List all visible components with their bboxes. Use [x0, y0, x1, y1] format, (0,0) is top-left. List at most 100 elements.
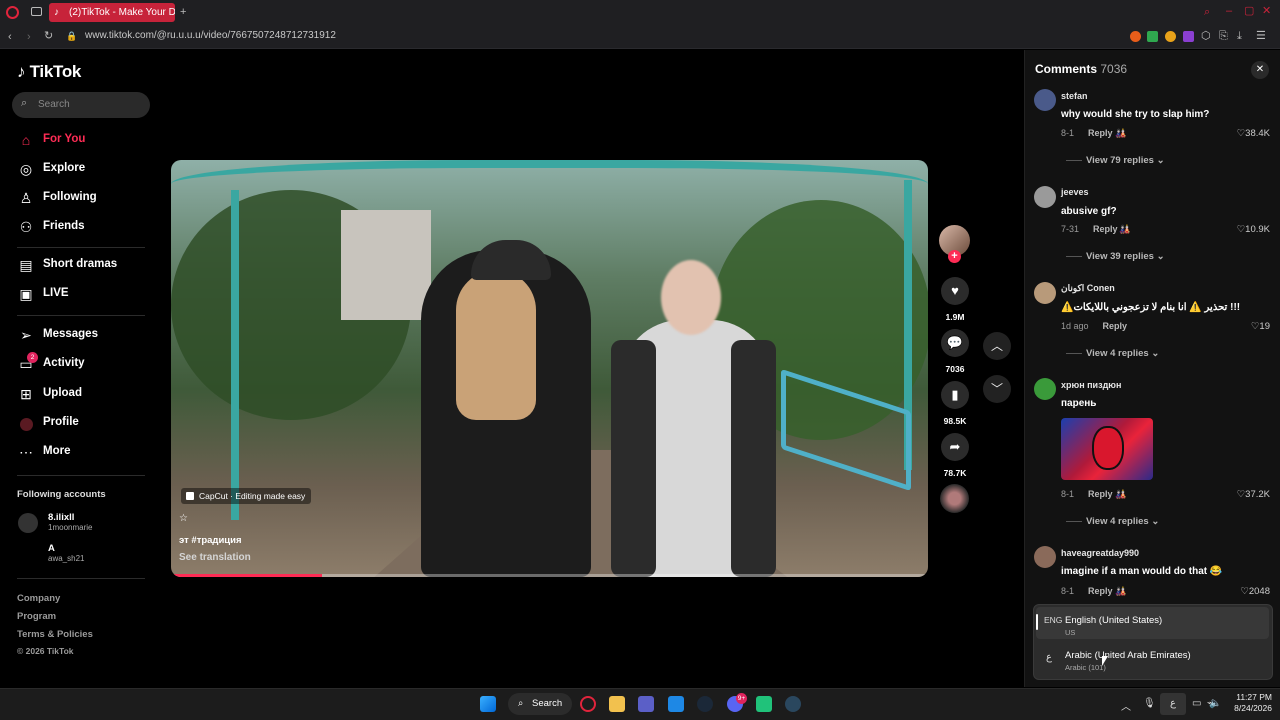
comment-like-count[interactable]: ♡19	[1251, 321, 1270, 332]
close-comments-icon[interactable]: ✕	[1251, 61, 1269, 79]
microphone-icon[interactable]: 🎙	[1143, 698, 1156, 709]
search-icon: ⌕	[518, 698, 524, 709]
extensions-puzzle-icon[interactable]: ⬡	[1201, 30, 1211, 42]
comment-avatar[interactable]	[1034, 378, 1056, 400]
comment-username[interactable]: haveagreatday990	[1061, 548, 1139, 558]
selected-indicator	[1036, 614, 1038, 630]
back-icon[interactable]: ‹	[8, 31, 12, 43]
taskbar-clock[interactable]: 11:27 PM 8/24/2026	[1222, 692, 1272, 714]
tiktok-logo[interactable]: ♪ TikTok	[17, 62, 81, 82]
comment-like-count[interactable]: ♡38.4K	[1237, 128, 1270, 139]
reload-icon[interactable]: ↻	[44, 30, 53, 42]
comment-avatar[interactable]	[1034, 546, 1056, 568]
maximize-icon[interactable]: ▢	[1244, 5, 1254, 17]
file-explorer-icon[interactable]	[609, 696, 625, 712]
favorite-star-icon[interactable]: ☆	[179, 513, 188, 524]
reply-button[interactable]: Reply	[1088, 128, 1113, 138]
search-input[interactable]: ⌕ Search	[12, 92, 150, 118]
tab-overview-icon[interactable]	[31, 7, 42, 16]
extension-icon[interactable]	[1147, 31, 1158, 42]
video-progress-bar[interactable]	[171, 574, 928, 577]
share-arrow-icon[interactable]: ➦	[941, 433, 969, 461]
nav-profile[interactable]: Profile	[17, 412, 157, 434]
view-replies-link[interactable]: View 39 replies ⌄	[1066, 251, 1165, 262]
windows-start-icon[interactable]	[480, 696, 496, 712]
footer-link[interactable]: Program	[17, 611, 56, 622]
sound-disc-avatar[interactable]	[940, 484, 969, 513]
comment-avatar[interactable]	[1034, 186, 1056, 208]
extension-icon[interactable]	[1130, 31, 1141, 42]
comment-like-count[interactable]: ♡37.2K	[1237, 489, 1270, 500]
xbox-icon[interactable]	[756, 696, 772, 712]
video-player[interactable]: CapCut · Editing made easy ☆ эт #традици…	[171, 160, 928, 577]
profile-icon	[17, 414, 35, 432]
comment-avatar[interactable]	[1034, 89, 1056, 111]
opera-logo-icon[interactable]	[6, 6, 19, 19]
browser-tab-active[interactable]: ♪ (2)TikTok - Make Your D	[49, 3, 175, 22]
capcut-tag[interactable]: CapCut · Editing made easy	[181, 488, 312, 504]
nav-explore[interactable]: ◎ Explore	[17, 158, 157, 180]
steam-icon[interactable]	[785, 696, 801, 712]
view-replies-link[interactable]: View 4 replies ⌄	[1066, 348, 1159, 359]
previous-video-chevron-up-icon[interactable]: ︿	[983, 332, 1011, 360]
like-heart-icon[interactable]: ♥	[941, 277, 969, 305]
comment-like-count[interactable]: ♡10.9K	[1237, 224, 1270, 235]
nav-messages[interactable]: ➢ Messages	[17, 324, 157, 346]
minimize-icon[interactable]: –	[1226, 5, 1232, 17]
opera-taskbar-icon[interactable]	[580, 696, 596, 712]
follow-plus-icon[interactable]: +	[948, 250, 961, 263]
footer-link[interactable]: Terms & Policies	[17, 629, 93, 640]
search-tabs-icon[interactable]: ⌕	[1204, 6, 1210, 18]
comment-meta: 1d ago Reply	[1061, 321, 1128, 331]
nav-upload[interactable]: ⊞ Upload	[17, 383, 157, 405]
comment-icon[interactable]: 💬	[941, 329, 969, 357]
comments-title: Comments 7036	[1035, 62, 1128, 76]
nav-for-you[interactable]: ⌂ For You	[17, 129, 157, 151]
nav-live[interactable]: ▣ LIVE	[17, 283, 157, 305]
comment-like-count[interactable]: ♡2048	[1240, 586, 1270, 597]
url-field[interactable]: www.tiktok.com/@ru.u.u.u/video/766750724…	[85, 30, 336, 41]
new-tab-plus-icon[interactable]: +	[180, 6, 186, 18]
view-replies-link[interactable]: View 79 replies ⌄	[1066, 155, 1165, 166]
video-caption[interactable]: эт #традиция	[179, 535, 242, 546]
menu-icon[interactable]: ☰	[1256, 30, 1266, 42]
nav-more[interactable]: ⋯ More	[17, 441, 157, 463]
forward-icon[interactable]: ›	[27, 31, 31, 43]
reply-button[interactable]: Reply	[1088, 489, 1113, 499]
display-icon[interactable]: ▭	[1192, 698, 1201, 709]
input-language-indicator[interactable]: ع	[1160, 693, 1186, 715]
teams-icon[interactable]	[638, 696, 654, 712]
bookmark-icon[interactable]: ▮	[941, 381, 969, 409]
reply-button[interactable]: Reply	[1093, 224, 1118, 234]
taskbar-search-button[interactable]: ⌕ Search	[508, 693, 572, 715]
steam-icon[interactable]	[697, 696, 713, 712]
reply-button[interactable]: Reply	[1088, 586, 1113, 596]
nav-friends[interactable]: ⚇ Friends	[17, 216, 157, 238]
comment-avatar[interactable]	[1034, 282, 1056, 304]
extension-icon[interactable]	[1165, 31, 1176, 42]
view-replies-link[interactable]: View 4 replies ⌄	[1066, 516, 1159, 527]
nav-following[interactable]: ♙ Following	[17, 187, 157, 209]
tray-overflow-chevron-icon[interactable]: ︿	[1121, 698, 1131, 713]
download-icon[interactable]: ⤓	[1237, 30, 1242, 42]
reply-button[interactable]: Reply	[1103, 321, 1128, 331]
discord-badge: 9+	[736, 693, 747, 704]
footer-link[interactable]: Company	[17, 593, 60, 604]
extension-icon[interactable]	[1183, 31, 1194, 42]
nav-short-dramas[interactable]: ▤ Short dramas	[17, 254, 157, 276]
mail-icon[interactable]	[668, 696, 684, 712]
comment-username[interactable]: хрюн пиздюн	[1061, 380, 1121, 390]
nav-activity[interactable]: ▭ 2 Activity	[17, 352, 157, 375]
close-window-icon[interactable]: ✕	[1262, 5, 1271, 17]
see-translation-link[interactable]: See translation	[179, 552, 251, 563]
volume-icon[interactable]: 🔈	[1209, 698, 1221, 709]
account-avatar[interactable]	[18, 513, 38, 533]
account-name[interactable]: A	[48, 543, 55, 554]
language-name: English (United States)	[1065, 615, 1163, 626]
next-video-chevron-down-icon[interactable]: ﹀	[983, 375, 1011, 403]
share-icon[interactable]: ⎘	[1219, 30, 1228, 42]
comment-username[interactable]: stefan	[1061, 91, 1088, 101]
comment-username[interactable]: اكونان Conen	[1061, 283, 1115, 294]
comment-username[interactable]: jeeves	[1061, 187, 1089, 197]
account-name[interactable]: 8.ilixll	[48, 512, 74, 523]
